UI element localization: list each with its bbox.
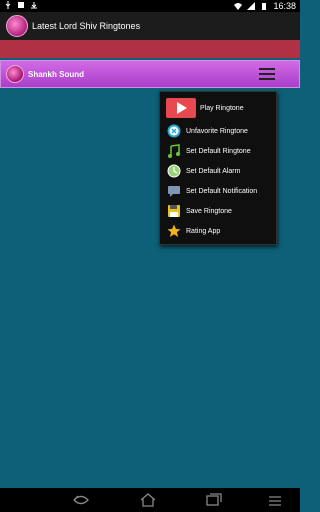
action-bar: Latest Lord Shiv Ringtones: [0, 12, 300, 40]
alarm-icon: [166, 164, 182, 178]
menu-item-set-default-notification[interactable]: Set Default Notification: [166, 184, 257, 198]
overflow-menu-icon[interactable]: [266, 493, 284, 507]
menu-item-label: Rating App: [186, 227, 221, 235]
menu-item-label: Set Default Alarm: [186, 167, 241, 175]
song-thumbnail: [6, 65, 24, 83]
wifi-icon: [234, 3, 243, 10]
song-title: Shankh Sound: [28, 69, 84, 79]
signal-icon: [247, 2, 256, 10]
play-icon: [166, 98, 196, 118]
menu-item-set-default-ringtone[interactable]: Set Default Ringtone: [166, 144, 251, 158]
navigation-bar: [0, 488, 300, 512]
menu-item-set-default-alarm[interactable]: Set Default Alarm: [166, 164, 240, 178]
now-playing-bar: Shankh Sound: [0, 60, 300, 88]
menu-item-label: Play Ringtone: [200, 104, 244, 112]
star-icon: [166, 224, 182, 238]
menu-item-label: Set Default Notification: [186, 187, 258, 195]
usb-icon: [5, 1, 11, 9]
notification-icon: [166, 184, 182, 198]
battery-icon: [262, 3, 267, 10]
clock: 16:38: [273, 1, 296, 11]
home-icon[interactable]: [139, 493, 157, 507]
save-icon: [166, 204, 182, 218]
accent-band: [0, 40, 300, 58]
context-menu: Play Ringtone Unfavorite Ringtone Set De…: [159, 91, 277, 245]
menu-item-play-ringtone[interactable]: Play Ringtone: [166, 98, 244, 118]
menu-item-rating-app[interactable]: Rating App: [166, 224, 220, 238]
menu-item-label: Unfavorite Ringtone: [186, 127, 248, 135]
music-note-icon: [166, 144, 182, 158]
menu-item-unfavorite-ringtone[interactable]: Unfavorite Ringtone: [166, 124, 248, 138]
download-icon: [31, 2, 37, 9]
back-icon[interactable]: [72, 493, 90, 507]
app-title: Latest Lord Shiv Ringtones: [32, 21, 141, 31]
app-logo[interactable]: [6, 15, 28, 37]
menu-item-save-ringtone[interactable]: Save Ringtone: [166, 204, 232, 218]
sd-card-icon: [18, 2, 24, 8]
menu-item-label: Save Ringtone: [186, 207, 232, 215]
status-bar: 16:38: [0, 0, 300, 12]
menu-item-label: Set Default Ringtone: [186, 147, 251, 155]
menu-icon[interactable]: [259, 68, 275, 82]
recent-apps-icon[interactable]: [205, 493, 223, 507]
unfavorite-icon: [166, 124, 182, 138]
